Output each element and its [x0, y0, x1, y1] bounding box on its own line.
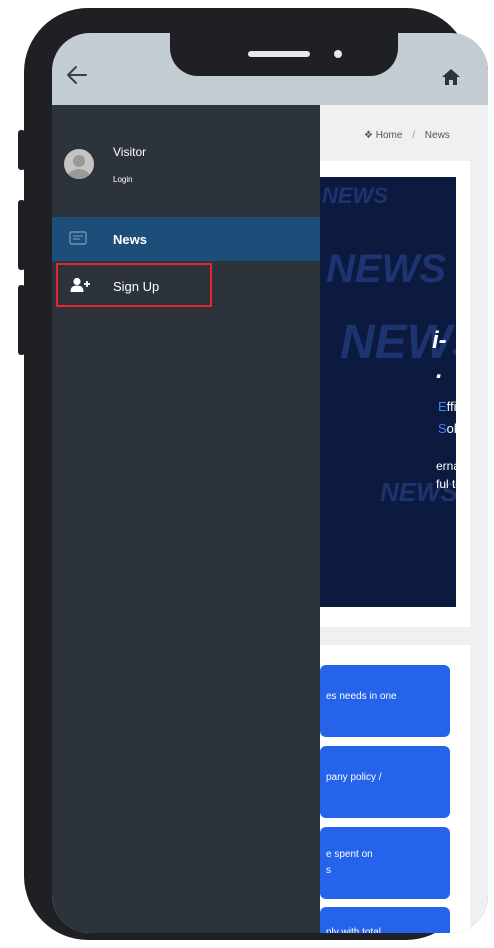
drawer-item-signup[interactable]: Sign Up [56, 263, 212, 307]
breadcrumb-separator: / [412, 130, 415, 141]
newspaper-icon [69, 231, 87, 245]
user-avatar-icon [68, 155, 90, 179]
feature-text-2: s [326, 865, 331, 876]
user-plus-icon [70, 277, 90, 292]
breadcrumb: ❖ Home / News [364, 130, 450, 141]
feature-card[interactable]: nly with total [320, 907, 450, 933]
banner-solution-first: S [438, 421, 447, 436]
home-icon [442, 69, 460, 85]
feature-text: es needs in one [326, 691, 397, 702]
banner-line-2: ful tools. [436, 477, 456, 491]
news-banner: NEWS NEWS NEWS NEWS i- . Efficient Solut… [320, 177, 456, 607]
user-avatar[interactable] [64, 149, 94, 179]
breadcrumb-home-icon: ❖ [364, 130, 373, 141]
banner-efficient-rest: fficient [446, 399, 456, 414]
feature-text: pany policy / [326, 772, 382, 783]
banner-watermark: NEWS [326, 247, 446, 291]
feature-card[interactable]: es needs in one [320, 665, 450, 737]
back-button[interactable] [64, 63, 92, 87]
banner-line-1: ernal [436, 459, 456, 473]
banner-efficient-first: E [438, 399, 447, 414]
navigation-drawer: Visitor Login News Sign Up [52, 105, 320, 933]
drawer-item-label: News [113, 232, 147, 247]
banner-watermark: NEWS [322, 183, 388, 208]
banner-efficient: Efficient [438, 399, 456, 414]
home-button[interactable] [440, 67, 462, 87]
feature-text: e spent on [326, 849, 373, 860]
drawer-item-label: Sign Up [113, 279, 160, 294]
user-name: Visitor [113, 145, 147, 159]
drawer-item-news[interactable]: News [52, 217, 320, 261]
phone-speaker [248, 51, 310, 57]
feature-text: nly with total [326, 927, 382, 933]
phone-notch [170, 22, 398, 76]
banner-solution-rest: olution [446, 421, 456, 436]
phone-camera [334, 50, 342, 58]
breadcrumb-home[interactable]: Home [376, 130, 403, 141]
banner-solution: Solution [438, 421, 456, 436]
breadcrumb-current: News [424, 130, 450, 141]
feature-card[interactable]: e spent on s [320, 827, 450, 899]
phone-frame: ❖ Home / News NEWS NEWS NEWS NEWS i- . E… [24, 8, 488, 940]
screen: ❖ Home / News NEWS NEWS NEWS NEWS i- . E… [52, 33, 488, 933]
banner-headline-1: i- [432, 327, 447, 354]
login-link[interactable]: Login [113, 175, 133, 184]
feature-card[interactable]: pany policy / [320, 746, 450, 818]
arrow-left-icon [67, 66, 87, 84]
banner-headline-2: . [436, 357, 443, 384]
